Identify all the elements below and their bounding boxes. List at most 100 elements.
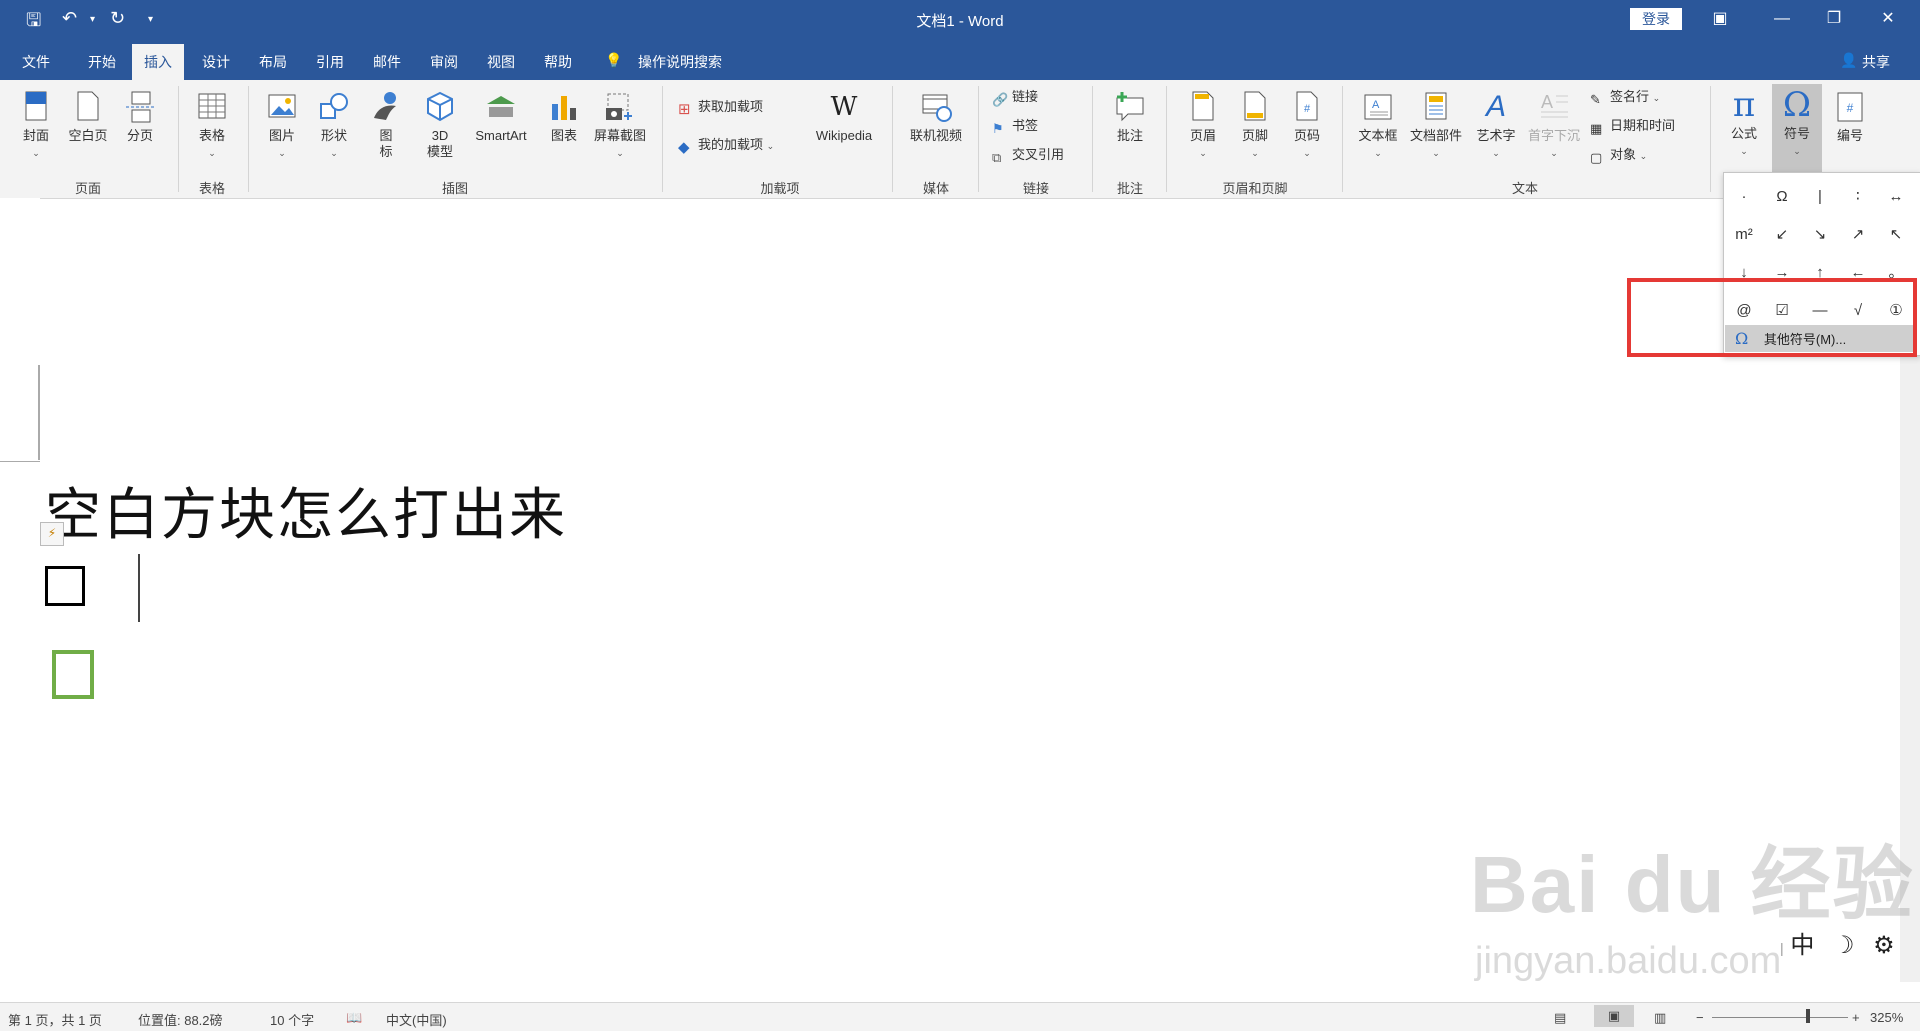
chart-button[interactable]: 图表 <box>544 90 584 144</box>
zoom-level[interactable]: 325% <box>1870 1010 1903 1025</box>
object-button[interactable]: ▢ 对象 ⌄ <box>1590 146 1647 165</box>
blank-square-symbol[interactable] <box>45 566 85 606</box>
minimize-icon[interactable]: — <box>1762 6 1802 32</box>
symbol-cell[interactable]: ↙ <box>1764 219 1800 251</box>
close-icon[interactable]: ✕ <box>1868 6 1908 32</box>
gear-icon[interactable]: ⚙ <box>1873 932 1895 959</box>
number-button[interactable]: # 编号 <box>1828 90 1872 144</box>
tab-view[interactable]: 视图 <box>487 52 515 72</box>
symbol-cell[interactable]: ∶ <box>1840 181 1876 213</box>
separator <box>978 86 979 192</box>
cover-page-icon <box>25 91 47 121</box>
zoom-slider-thumb[interactable] <box>1806 1009 1810 1023</box>
svg-text:#: # <box>1304 103 1311 115</box>
icons-button[interactable]: 图标 <box>368 90 404 160</box>
ribbon-display-icon[interactable]: ▣ <box>1700 6 1740 32</box>
symbol-cell[interactable]: ↔ <box>1878 181 1914 213</box>
tab-file[interactable]: 文件 <box>22 52 50 72</box>
paste-options-icon[interactable]: ⚡ <box>40 522 64 546</box>
comment-icon <box>1116 92 1144 122</box>
equation-button[interactable]: π 公式 ⌄ <box>1722 88 1766 159</box>
watermark-logo: Bai du 经验 <box>1470 840 1915 929</box>
symbol-cell[interactable]: | <box>1802 181 1838 213</box>
position-value[interactable]: 位置值: 88.2磅 <box>138 1010 223 1029</box>
text-box-button[interactable]: A 文本框 ⌄ <box>1354 90 1402 161</box>
bookmark-button[interactable]: ⚑ 书签 <box>992 117 1038 136</box>
share-icon[interactable]: 👤 <box>1840 52 1857 69</box>
tell-me-search[interactable]: 操作说明搜索 <box>638 52 722 72</box>
tab-mailings[interactable]: 邮件 <box>373 52 401 72</box>
language-indicator[interactable]: 中文(中国) <box>386 1010 447 1029</box>
tab-home[interactable]: 开始 <box>88 52 116 72</box>
page-number-button[interactable]: # 页码 ⌄ <box>1286 90 1328 161</box>
read-mode-icon[interactable]: ▤ <box>1554 1010 1566 1026</box>
page-count[interactable]: 第 1 页，共 1 页 <box>8 1010 102 1029</box>
shapes-button[interactable]: 形状 ⌄ <box>314 90 354 161</box>
restore-icon[interactable]: ❐ <box>1814 6 1854 32</box>
online-video-button[interactable]: 联机视频 <box>904 90 968 144</box>
cube-icon <box>427 91 453 122</box>
green-square-symbol[interactable] <box>52 650 94 699</box>
tab-references[interactable]: 引用 <box>316 52 344 72</box>
drop-cap-button[interactable]: A 首字下沉 ⌄ <box>1524 90 1584 161</box>
symbol-cell[interactable]: ↘ <box>1802 219 1838 251</box>
zoom-out-icon[interactable]: − <box>1696 1010 1704 1025</box>
print-layout-icon[interactable]: ▣ <box>1594 1005 1634 1027</box>
tab-insert[interactable]: 插入 <box>132 44 184 80</box>
group-tables: 表格 <box>198 181 225 196</box>
symbol-button[interactable]: Ω 符号 ⌄ <box>1772 84 1822 172</box>
header-button[interactable]: 页眉 ⌄ <box>1182 90 1224 161</box>
get-addins-button[interactable]: ⊞ 获取加载项 <box>678 98 763 118</box>
symbol-cell[interactable]: Ω <box>1764 181 1800 213</box>
separator <box>178 86 179 192</box>
comment-button[interactable]: 批注 <box>1106 90 1154 144</box>
cover-page-button[interactable]: 封面 ⌄ <box>16 90 56 161</box>
ime-language-toggle[interactable]: 中 <box>1790 932 1814 959</box>
date-time-button[interactable]: ▦ 日期和时间 <box>1590 117 1675 136</box>
wikipedia-icon: W <box>830 92 858 122</box>
number-icon: # <box>1837 92 1863 122</box>
tab-help[interactable]: 帮助 <box>544 52 572 72</box>
signature-line-button[interactable]: ✎ 签名行 ⌄ <box>1590 88 1660 107</box>
symbol-cell[interactable]: ↗ <box>1840 219 1876 251</box>
link-button[interactable]: 🔗 链接 <box>992 88 1038 107</box>
separator <box>1342 86 1343 192</box>
screenshot-button[interactable]: 屏幕截图 ⌄ <box>588 90 652 161</box>
smartart-button[interactable]: SmartArt <box>466 90 536 144</box>
group-links: 链接 <box>1022 181 1049 196</box>
separator <box>1092 86 1093 192</box>
proofing-icon[interactable]: 📖 <box>346 1010 362 1026</box>
moon-icon[interactable]: ☽ <box>1833 932 1855 959</box>
symbol-cell[interactable]: m² <box>1726 219 1762 251</box>
footer-button[interactable]: 页脚 ⌄ <box>1234 90 1276 161</box>
chart-icon <box>552 96 576 120</box>
document-heading[interactable]: 空白方块怎么打出来 <box>45 470 567 551</box>
signature-icon: ✎ <box>1590 92 1601 107</box>
symbol-cell[interactable]: · <box>1726 181 1762 213</box>
ime-toolbar: | 中 ☽ ⚙ <box>1780 925 1895 960</box>
tab-review[interactable]: 审阅 <box>430 52 458 72</box>
login-button[interactable]: 登录 <box>1630 8 1682 30</box>
watermark-url: jingyan.baidu.com <box>1475 940 1782 982</box>
icons-icon <box>374 92 396 120</box>
3d-models-button[interactable]: 3D 模型 <box>420 90 460 160</box>
symbol-cell[interactable]: ↖ <box>1878 219 1914 251</box>
word-count[interactable]: 10 个字 <box>270 1010 314 1029</box>
store-icon: ⊞ <box>678 101 691 118</box>
web-layout-icon[interactable]: ▥ <box>1654 1010 1666 1026</box>
table-button[interactable]: 表格 ⌄ <box>190 90 234 161</box>
wikipedia-button[interactable]: W Wikipedia <box>806 90 882 144</box>
blank-page-button[interactable]: 空白页 <box>64 90 112 144</box>
cross-reference-button[interactable]: ⧉ 交叉引用 <box>992 146 1064 165</box>
document-margin <box>0 198 40 982</box>
zoom-in-icon[interactable]: + <box>1852 1010 1860 1025</box>
my-addins-button[interactable]: ◆ 我的加载项 ⌄ <box>678 136 774 156</box>
pictures-button[interactable]: 图片 ⌄ <box>262 90 302 161</box>
page-break-button[interactable]: 分页 <box>120 90 160 144</box>
tab-layout[interactable]: 布局 <box>259 52 287 72</box>
share-button[interactable]: 共享 <box>1862 52 1890 72</box>
tab-design[interactable]: 设计 <box>202 52 230 72</box>
quick-parts-button[interactable]: 文档部件 ⌄ <box>1406 90 1466 161</box>
wordart-button[interactable]: A 艺术字 ⌄ <box>1472 90 1520 161</box>
zoom-slider-track[interactable] <box>1712 1017 1848 1018</box>
